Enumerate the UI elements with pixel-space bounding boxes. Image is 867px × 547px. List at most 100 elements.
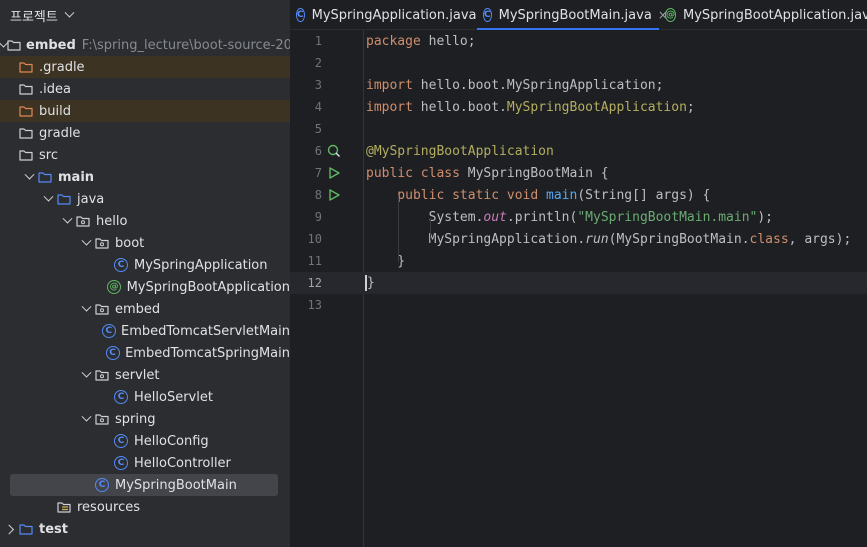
- tab-myspringbootapplication[interactable]: @ MySpringBootApplication.java: [659, 0, 867, 30]
- code-line[interactable]: 1 package hello;: [290, 30, 867, 52]
- tab-myspringbootmain[interactable]: C MySpringBootMain.java ×: [477, 0, 668, 30]
- tree-item-embedtomcatspringmain[interactable]: C EmbedTomcatSpringMain: [0, 342, 290, 364]
- line-number: 1: [314, 34, 322, 48]
- tab-label: MySpringBootMain.java: [498, 7, 652, 23]
- tree-item-embed[interactable]: embed F:\spring_lecture\boot-source-20230…: [0, 34, 290, 56]
- class-icon: C: [101, 323, 116, 339]
- package-icon: [94, 235, 110, 251]
- project-path: F:\spring_lecture\boot-source-202302: [81, 37, 290, 53]
- tree-item-label: src: [39, 147, 58, 163]
- tree-item-embed[interactable]: embed: [0, 298, 290, 320]
- package-icon: [94, 411, 110, 427]
- tree-item-helloconfig[interactable]: C HelloConfig: [0, 430, 290, 452]
- code-line-current[interactable]: 12 }: [290, 272, 867, 294]
- tree-item-label: embed: [115, 301, 161, 317]
- line-number: 5: [314, 122, 322, 136]
- code-line[interactable]: 10 MySpringApplication.run(MySpringBootM…: [290, 228, 867, 250]
- project-panel: 프로젝트 embed F:\spring_lecture\boot-source-…: [0, 0, 290, 547]
- annotation-icon: @: [107, 279, 122, 295]
- chevron-down-icon[interactable]: [40, 188, 56, 210]
- chevron-down-icon[interactable]: [78, 232, 94, 254]
- class-icon: C: [94, 477, 110, 493]
- line-number: 6: [314, 144, 322, 158]
- tree-item-gradle[interactable]: gradle: [0, 122, 290, 144]
- code-line[interactable]: 7 public class MySpringBootMain {: [290, 162, 867, 184]
- code-text: MySpringApplication.run(MySpringBootMain…: [366, 231, 852, 247]
- tree-item-gradle[interactable]: .gradle: [0, 56, 290, 78]
- tree-item-test[interactable]: test: [0, 518, 290, 540]
- tree-item-java[interactable]: java: [0, 188, 290, 210]
- chevron-down-icon[interactable]: [64, 7, 75, 18]
- tree-item-build[interactable]: build: [0, 100, 290, 122]
- code-line[interactable]: 8 public static void main(String[] args)…: [290, 184, 867, 206]
- code-line[interactable]: 11 }: [290, 250, 867, 272]
- code-text: import hello.boot.MySpringBootApplicatio…: [366, 99, 695, 115]
- line-number: 8: [314, 188, 322, 202]
- tree-item-label: spring: [115, 411, 156, 427]
- class-icon: C: [113, 257, 129, 273]
- code-line[interactable]: 6 @MySpringBootApplication: [290, 140, 867, 162]
- tree-item-myspringapplication[interactable]: C MySpringApplication: [0, 254, 290, 276]
- code-line[interactable]: 2: [290, 52, 867, 74]
- run-icon[interactable]: [327, 166, 341, 180]
- tree-item-spring[interactable]: spring: [0, 408, 290, 430]
- tree-item-hellocontroller[interactable]: C HelloController: [0, 452, 290, 474]
- line-number: 4: [314, 100, 322, 114]
- code-text: package hello;: [366, 33, 476, 49]
- tree-item-myspringbootapplication[interactable]: @ MySpringBootApplication: [0, 276, 290, 298]
- tree-item-myspringbootmain[interactable]: C MySpringBootMain: [0, 474, 290, 496]
- code-text: }: [365, 275, 375, 291]
- code-line[interactable]: 3 import hello.boot.MySpringApplication;: [290, 74, 867, 96]
- chevron-down-icon[interactable]: [21, 166, 37, 188]
- code-line[interactable]: 13: [290, 294, 867, 316]
- source-folder-icon: [37, 169, 53, 185]
- project-panel-header[interactable]: 프로젝트: [0, 0, 290, 30]
- chevron-right-icon[interactable]: [2, 518, 18, 540]
- tree-item-label: java: [77, 191, 105, 207]
- package-icon: [94, 301, 110, 317]
- tree-item-src[interactable]: src: [0, 144, 290, 166]
- source-root-icon: [56, 191, 72, 207]
- class-icon: C: [105, 345, 120, 361]
- tree-item-embedtomcatservletmain[interactable]: C EmbedTomcatServletMain: [0, 320, 290, 342]
- tree-item-hello[interactable]: hello: [0, 210, 290, 232]
- line-number: 3: [314, 78, 322, 92]
- folder-icon: [18, 147, 34, 163]
- code-line[interactable]: 4 import hello.boot.MySpringBootApplicat…: [290, 96, 867, 118]
- resources-folder-icon: [56, 499, 72, 515]
- chevron-down-icon[interactable]: [78, 408, 94, 430]
- line-number: 10: [307, 232, 322, 246]
- editor-tab-bar: C MySpringApplication.java C MySpringBoo…: [290, 0, 867, 30]
- spring-bean-gutter-icon[interactable]: [327, 144, 341, 158]
- chevron-down-icon[interactable]: [78, 298, 94, 320]
- tree-item-label: MySpringBootApplication: [126, 279, 290, 295]
- tree-item-label: .gradle: [39, 59, 85, 75]
- class-icon: C: [113, 389, 129, 405]
- chevron-down-icon[interactable]: [59, 210, 75, 232]
- tree-item-servlet[interactable]: servlet: [0, 364, 290, 386]
- tree-item-main[interactable]: main: [0, 166, 290, 188]
- tree-item-boot[interactable]: boot: [0, 232, 290, 254]
- tree-item-label: hello: [96, 213, 128, 229]
- line-number: 9: [314, 210, 322, 224]
- annotation-icon: @: [665, 8, 676, 22]
- package-icon: [94, 367, 110, 383]
- code-editor[interactable]: 1 package hello; 2 3 import hello.boot.M…: [290, 30, 867, 547]
- tree-item-label: resources: [77, 499, 141, 515]
- code-line[interactable]: 5: [290, 118, 867, 140]
- tree-item-helloservlet[interactable]: C HelloServlet: [0, 386, 290, 408]
- chevron-down-icon[interactable]: [0, 34, 7, 56]
- package-icon: [75, 213, 91, 229]
- code-line[interactable]: 9 System.out.println("MySpringBootMain.m…: [290, 206, 867, 228]
- tab-myspringapplication[interactable]: C MySpringApplication.java: [290, 0, 477, 30]
- code-text: }: [366, 253, 406, 269]
- project-panel-title: 프로젝트: [10, 9, 58, 25]
- chevron-down-icon[interactable]: [78, 364, 94, 386]
- tree-item-resources[interactable]: resources: [0, 496, 290, 518]
- code-text: import hello.boot.MySpringApplication;: [366, 77, 664, 93]
- run-icon[interactable]: [327, 188, 341, 202]
- line-number: 11: [307, 254, 322, 268]
- tree-item-idea[interactable]: .idea: [0, 78, 290, 100]
- code-text: System.out.println("MySpringBootMain.mai…: [366, 209, 774, 225]
- class-icon: C: [113, 455, 129, 471]
